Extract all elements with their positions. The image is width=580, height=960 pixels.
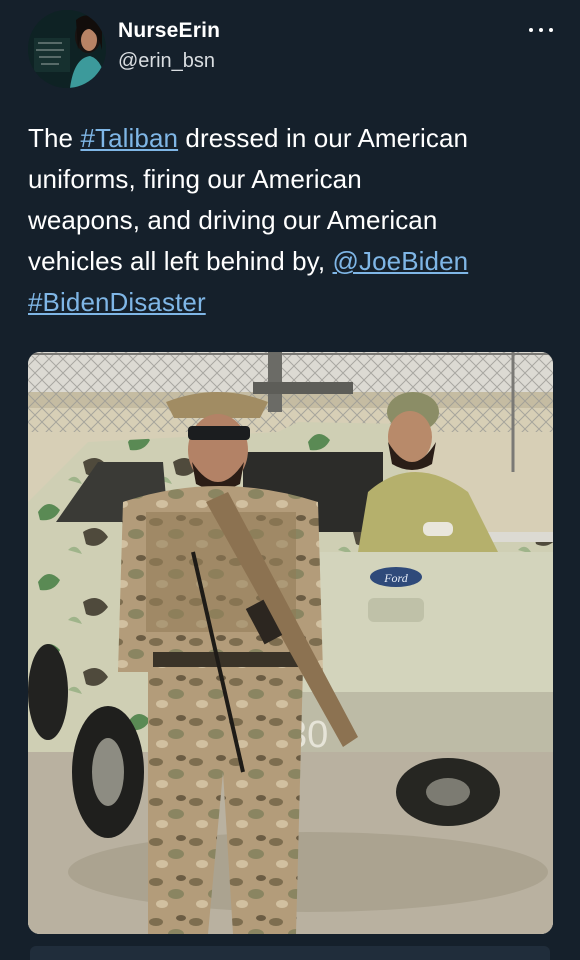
text-segment: vehicles all left behind by, [28, 246, 333, 276]
photo-scene: Ford 30 [28, 352, 553, 934]
tweet-media-photo[interactable]: Ford 30 [28, 352, 553, 934]
tweet-text-line-3: weapons, and driving our American [28, 205, 438, 235]
text-segment: dressed in our American [178, 123, 469, 153]
mention-joebiden-link[interactable]: @JoeBiden [332, 246, 468, 276]
text-segment: The [28, 123, 81, 153]
avatar-photo-icon [28, 10, 106, 88]
avatar[interactable] [28, 10, 106, 88]
bottom-action-bar [30, 946, 550, 960]
tweet-page: NurseErin @erin_bsn The #Taliban dressed… [0, 0, 580, 960]
vehicle-badge-text: Ford [383, 571, 409, 585]
hashtag-bidendisaster-link[interactable]: #BidenDisaster [28, 287, 206, 317]
more-options-icon[interactable] [526, 20, 556, 40]
tweet-text: The #Taliban dressed in our American uni… [28, 118, 558, 323]
author-handle[interactable]: @erin_bsn [118, 50, 215, 73]
tweet-text-line-4: vehicles all left behind by, @JoeBiden [28, 241, 558, 282]
author-name[interactable]: NurseErin [118, 19, 220, 43]
tweet-text-line-5: #BidenDisaster [28, 282, 558, 323]
tweet-text-line-2: uniforms, firing our American [28, 164, 362, 194]
tweet-text-line-1: The #Taliban dressed in our American [28, 118, 558, 159]
tweet-header: NurseErin @erin_bsn [0, 0, 580, 100]
hashtag-taliban-link[interactable]: #Taliban [80, 123, 178, 153]
